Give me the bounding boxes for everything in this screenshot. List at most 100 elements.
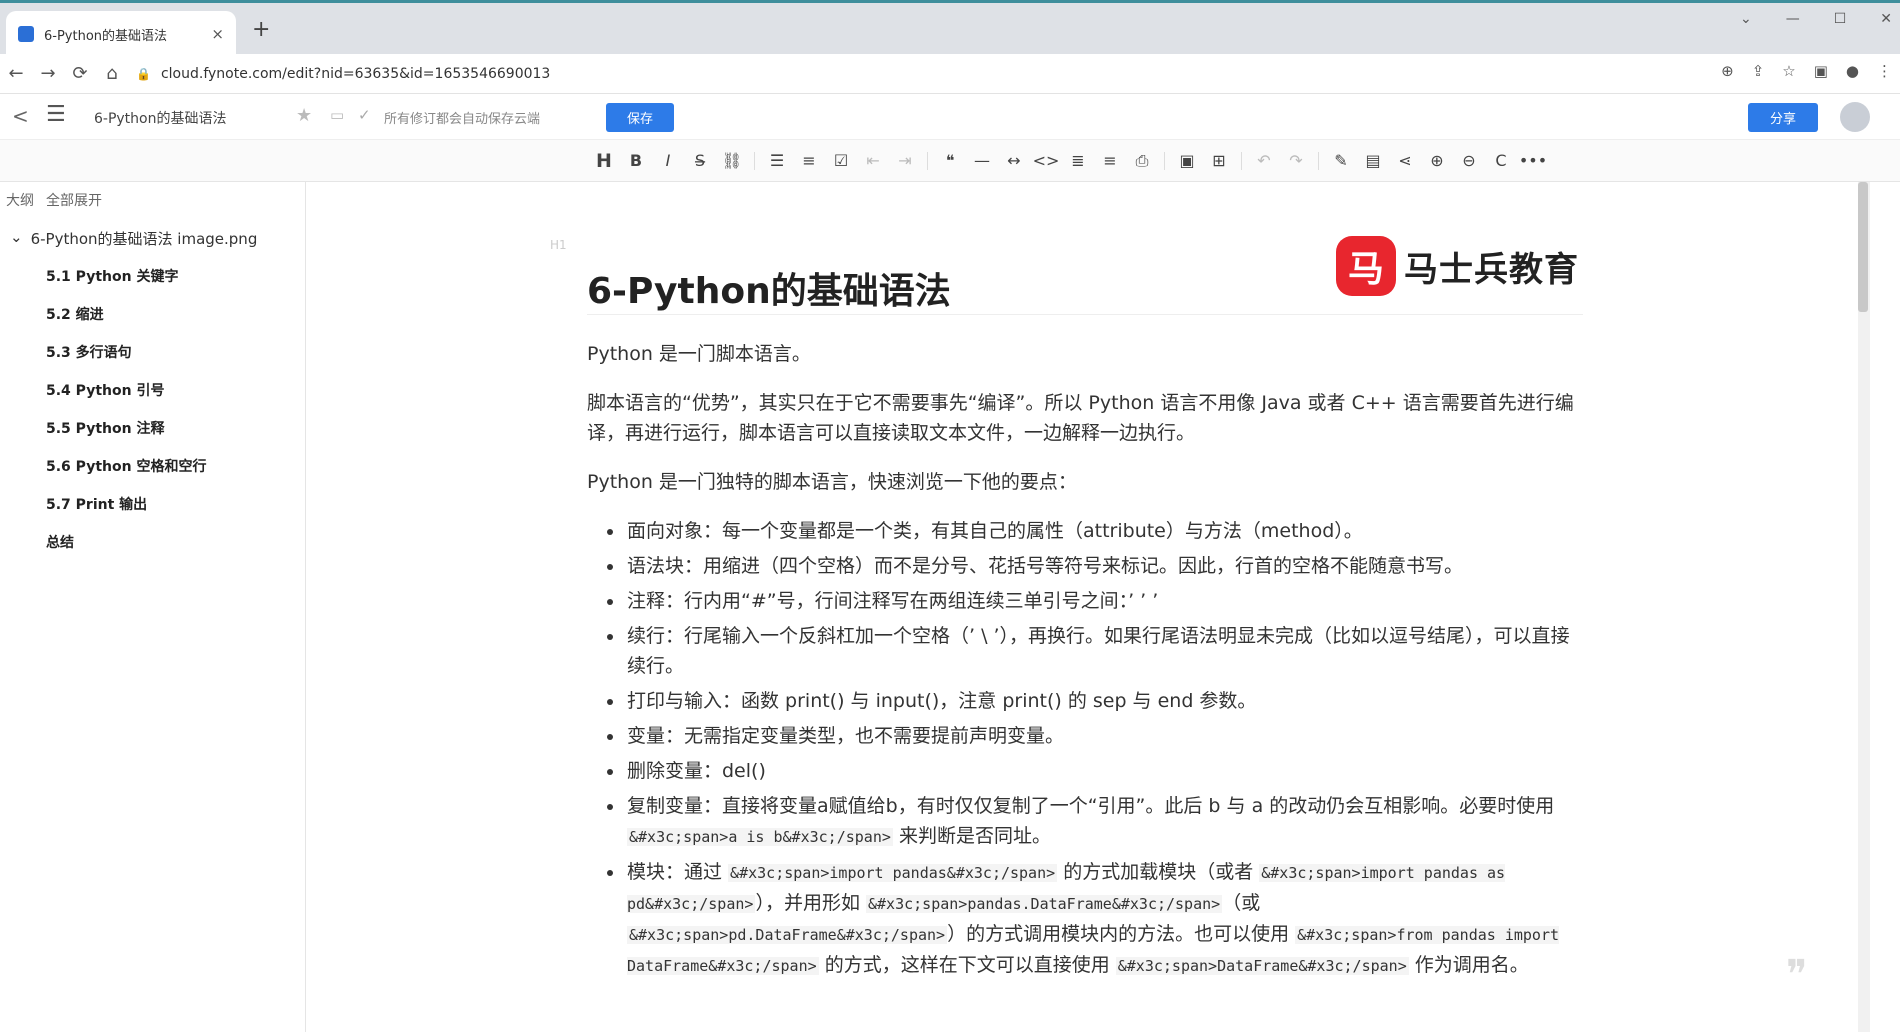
toolbar-divider: [927, 151, 928, 170]
scrollbar[interactable]: [1858, 182, 1900, 1032]
tab-search-icon[interactable]: ⌄: [1740, 11, 1752, 27]
tab-close-icon[interactable]: ×: [211, 25, 224, 43]
zoom-in-icon[interactable]: ⊕: [1421, 151, 1453, 170]
toc-icon[interactable]: ≡: [1094, 151, 1126, 170]
list-item[interactable]: 删除变量：del(): [587, 756, 1583, 786]
menu-icon[interactable]: ☰: [46, 102, 66, 127]
bookmark-star-icon[interactable]: ☆: [1782, 62, 1795, 80]
redo-icon[interactable]: ↷: [1280, 151, 1312, 170]
browser-tab[interactable]: 6-Python的基础语法 ×: [6, 11, 236, 57]
undo-icon[interactable]: ↶: [1248, 151, 1280, 170]
image-icon[interactable]: ▣: [1171, 151, 1203, 170]
template-icon[interactable]: ▤: [1357, 151, 1389, 170]
italic-icon[interactable]: I: [652, 151, 684, 170]
minimize-button[interactable]: —: [1786, 11, 1800, 27]
more-icon[interactable]: •••: [1517, 151, 1549, 170]
editor-content[interactable]: H1 6-Python的基础语法 马 马士兵教育 Python 是一门脚本语言。…: [306, 182, 1858, 1032]
outline-header: 大纲 全部展开: [6, 190, 102, 210]
favorite-star-icon[interactable]: ★: [296, 105, 312, 126]
text-run: 复制变量：直接将变量a赋值给b，有时仅仅复制了一个“引用”。此后 b 与 a 的…: [627, 795, 1555, 817]
code-block-icon[interactable]: <>: [1030, 151, 1062, 170]
new-tab-button[interactable]: +: [252, 17, 270, 42]
text-run: ），并用形如: [755, 892, 866, 914]
share-button[interactable]: 分享: [1748, 103, 1818, 132]
list-item[interactable]: 变量：无需指定变量类型，也不需要提前声明变量。: [587, 721, 1583, 751]
folder-icon[interactable]: ▭: [330, 106, 344, 124]
inline-code-icon[interactable]: ↔: [998, 151, 1030, 170]
reload-button[interactable]: ⟳: [64, 63, 96, 84]
mindmap-icon[interactable]: ⋖: [1389, 151, 1421, 170]
text-run: （或: [1222, 892, 1261, 914]
outline-item[interactable]: 5.7 Print 输出: [46, 494, 206, 532]
save-button[interactable]: 保存: [606, 103, 674, 132]
align-icon[interactable]: ≣: [1062, 151, 1094, 170]
paragraph-script-advantage[interactable]: 脚本语言的“优势”，其实只在于它不需要事先“编译”。所以 Python 语言不用…: [587, 388, 1583, 448]
outline-item[interactable]: 5.5 Python 注释: [46, 418, 206, 456]
outline-sidebar: 大纲 全部展开 ⌄ 6-Python的基础语法 image.png 5.1 Py…: [0, 182, 306, 1032]
expand-all-link[interactable]: 全部展开: [46, 190, 102, 210]
refresh-icon[interactable]: C: [1485, 151, 1517, 170]
chevron-down-icon[interactable]: ⌄: [10, 228, 23, 249]
indent-icon[interactable]: ⇥: [889, 151, 921, 170]
back-button[interactable]: ←: [0, 63, 32, 84]
list-item-copy-variable[interactable]: 复制变量：直接将变量a赋值给b，有时仅仅复制了一个“引用”。此后 b 与 a 的…: [587, 791, 1583, 852]
quote-mark-icon: ❞: [1786, 952, 1808, 998]
url-text: cloud.fynote.com/edit?nid=63635&id=16535…: [160, 66, 551, 82]
outline-item[interactable]: 5.6 Python 空格和空行: [46, 456, 206, 494]
zoom-out-icon[interactable]: ⊖: [1453, 151, 1485, 170]
browser-toolbar: ← → ⟳ ⌂ 🔒 cloud.fynote.com/edit?nid=6363…: [0, 54, 1900, 94]
link-icon[interactable]: ⛓: [716, 151, 748, 170]
list-item[interactable]: 注释：行内用“#”号，行间注释写在两组连续三单引号之间：’ ’ ’: [587, 586, 1583, 616]
quote-icon[interactable]: ❝: [934, 151, 966, 170]
back-icon[interactable]: <: [12, 104, 29, 128]
side-panel-icon[interactable]: ▣: [1814, 62, 1828, 80]
list-item[interactable]: 语法块：用缩进（四个空格）而不是分号、花括号等符号来标记。因此，行首的空格不能随…: [587, 551, 1583, 581]
avatar[interactable]: [1840, 102, 1870, 132]
outline-item[interactable]: 5.3 多行语句: [46, 342, 206, 380]
print-icon[interactable]: ⎙: [1126, 151, 1158, 171]
list-item-module[interactable]: 模块：通过 &#x3c;span>import pandas&#x3c;/spa…: [587, 857, 1583, 981]
outline-list: 5.1 Python 关键字 5.2 缩进 5.3 多行语句 5.4 Pytho…: [46, 266, 206, 570]
zoom-icon[interactable]: ⊕: [1721, 62, 1734, 80]
outline-root[interactable]: ⌄ 6-Python的基础语法 image.png: [10, 228, 257, 249]
inline-code: &#x3c;span>import pandas&#x3c;/span>: [728, 864, 1058, 882]
address-bar[interactable]: 🔒 cloud.fynote.com/edit?nid=63635&id=165…: [136, 59, 1696, 89]
list-item[interactable]: 续行：行尾输入一个反斜杠加一个空格（’ \ ’），再换行。如果行尾语法明显未完成…: [587, 621, 1583, 681]
outline-item[interactable]: 5.1 Python 关键字: [46, 266, 206, 304]
scroll-thumb[interactable]: [1858, 182, 1868, 312]
horizontal-rule-icon[interactable]: —: [966, 151, 998, 170]
share-page-icon[interactable]: ⇪: [1752, 62, 1765, 80]
outline-item[interactable]: 5.4 Python 引号: [46, 380, 206, 418]
lock-icon: 🔒: [136, 67, 151, 81]
tab-title: 6-Python的基础语法: [44, 28, 168, 44]
maximize-button[interactable]: ☐: [1834, 11, 1847, 27]
feature-list: 面向对象：每一个变量都是一个类，有其自己的属性（attribute）与方法（me…: [587, 516, 1583, 986]
outline-item[interactable]: 总结: [46, 532, 206, 570]
table-icon[interactable]: ⊞: [1203, 151, 1235, 170]
list-item[interactable]: 打印与输入：函数 print() 与 input()，注意 print() 的 …: [587, 686, 1583, 716]
strikethrough-icon[interactable]: S̶: [684, 151, 716, 170]
toolbar-divider: [1318, 151, 1319, 170]
bold-icon[interactable]: B: [620, 151, 652, 170]
heading-icon[interactable]: H: [588, 150, 620, 172]
inline-code: &#x3c;span>pandas.DataFrame&#x3c;/span>: [865, 895, 1223, 913]
outdent-icon[interactable]: ⇤: [857, 151, 889, 170]
paragraph-intro[interactable]: Python 是一门脚本语言。: [587, 339, 1583, 369]
home-button[interactable]: ⌂: [96, 63, 128, 84]
document-heading[interactable]: 6-Python的基础语法: [587, 262, 951, 314]
list-item[interactable]: 面向对象：每一个变量都是一个类，有其自己的属性（attribute）与方法（me…: [587, 516, 1583, 546]
inline-code: &#x3c;span>DataFrame&#x3c;/span>: [1115, 957, 1409, 975]
forward-button[interactable]: →: [32, 63, 64, 84]
paragraph-overview[interactable]: Python 是一门独特的脚本语言，快速浏览一下他的要点：: [587, 467, 1583, 497]
browser-menu-icon[interactable]: ⋮: [1877, 62, 1892, 80]
bullet-list-icon[interactable]: ☰: [761, 151, 793, 170]
text-run: 作为调用名。: [1408, 954, 1529, 976]
checkbox-list-icon[interactable]: ☑: [825, 151, 857, 170]
pen-icon[interactable]: ✎: [1325, 151, 1357, 170]
document-title[interactable]: 6-Python的基础语法: [94, 108, 227, 128]
outline-item[interactable]: 5.2 缩进: [46, 304, 206, 342]
profile-icon[interactable]: ●: [1846, 62, 1859, 80]
close-window-button[interactable]: ✕: [1880, 11, 1892, 27]
numbered-list-icon[interactable]: ≡: [793, 151, 825, 170]
toolbar-divider: [1241, 151, 1242, 170]
